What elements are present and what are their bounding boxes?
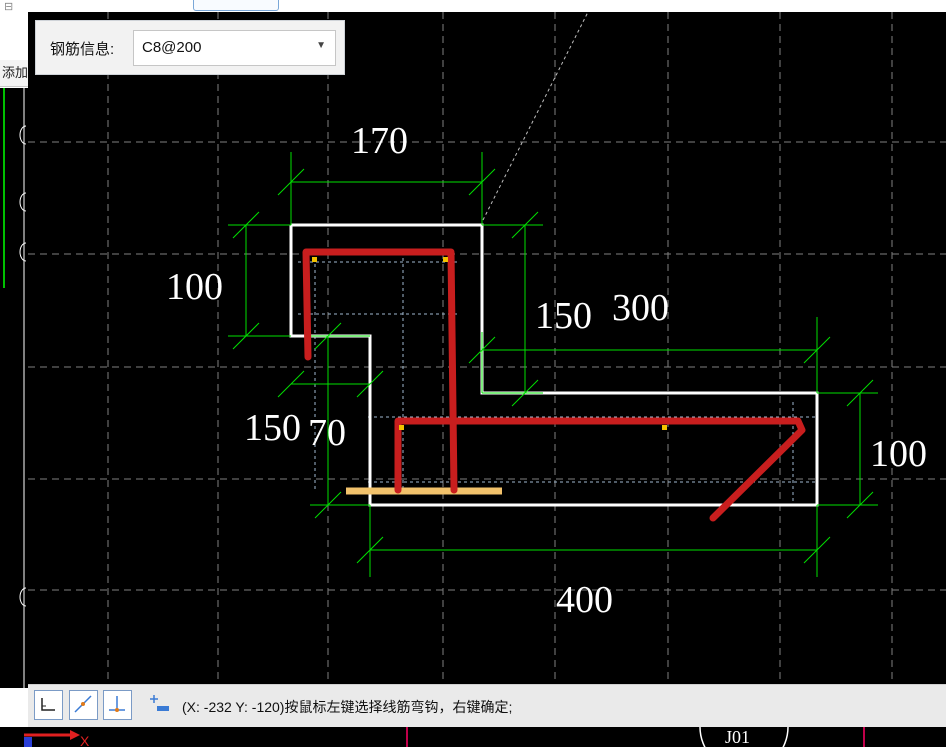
rebar-info-label: 钢筋信息: bbox=[50, 41, 115, 58]
status-bar: (X: -232 Y: -120)按鼠标左键选择线筋弯钩，右键确定; bbox=[28, 684, 946, 728]
section-outline bbox=[289, 223, 819, 507]
add-segment-button[interactable] bbox=[145, 690, 174, 720]
perpendicular-icon bbox=[109, 696, 125, 712]
dim-170: 170 bbox=[351, 120, 408, 162]
orthogonal-snap-button[interactable] bbox=[34, 690, 63, 720]
dim-300: 300 bbox=[612, 287, 669, 329]
rebar-points bbox=[312, 257, 667, 430]
dim-100-left: 100 bbox=[166, 266, 223, 308]
dim-70: 70 bbox=[308, 412, 346, 454]
grid-label-j01: J01 bbox=[725, 727, 750, 747]
dim-100-right: 100 bbox=[870, 433, 927, 475]
rebar-lower bbox=[394, 417, 806, 522]
axis-x-label: X bbox=[80, 733, 90, 747]
left-panel: ⊟ 添加 bbox=[0, 0, 28, 747]
dim-400: 400 bbox=[556, 579, 613, 621]
status-prompt: (X: -232 Y: -120)按鼠标左键选择线筋弯钩，右键确定; bbox=[182, 699, 513, 715]
perpendicular-button[interactable] bbox=[103, 690, 132, 720]
add-segment-icon bbox=[150, 695, 169, 711]
dim-150-right: 150 bbox=[535, 295, 592, 337]
drawing-canvas[interactable]: 170 100 150 300 150 70 100 400 bbox=[28, 12, 946, 684]
orthogonal-snap-icon bbox=[41, 698, 55, 711]
panel-icon: ⊟ bbox=[4, 1, 14, 13]
left-panel-tab[interactable]: 添加 bbox=[0, 60, 28, 87]
rebar-info-select[interactable]: C8@200 ▼ bbox=[133, 30, 336, 66]
top-toolbar-strip bbox=[28, 0, 946, 12]
dimension-texts: 170 100 150 300 150 70 100 400 bbox=[166, 120, 927, 621]
top-tab-button[interactable] bbox=[193, 0, 279, 11]
diagonal-draw-icon bbox=[74, 695, 92, 713]
rebar-info-panel: 钢筋信息: C8@200 ▼ bbox=[35, 20, 345, 75]
rebars[interactable] bbox=[302, 248, 806, 522]
left-preview-strip bbox=[0, 88, 28, 688]
rebar-info-value: C8@200 bbox=[142, 39, 202, 56]
rebar-drawing[interactable]: 170 100 150 300 150 70 100 400 bbox=[28, 12, 946, 684]
cursor-trace bbox=[482, 12, 589, 221]
construction-lines bbox=[298, 252, 818, 502]
bottom-drawing: X J01 bbox=[24, 727, 865, 747]
dim-150-left: 150 bbox=[244, 407, 301, 449]
chevron-down-icon[interactable]: ▼ bbox=[316, 40, 326, 51]
bottom-canvas-strip: X J01 bbox=[0, 727, 946, 747]
left-preview-drawing bbox=[3, 88, 27, 688]
diagonal-draw-button[interactable] bbox=[69, 690, 98, 720]
grid bbox=[28, 12, 946, 684]
